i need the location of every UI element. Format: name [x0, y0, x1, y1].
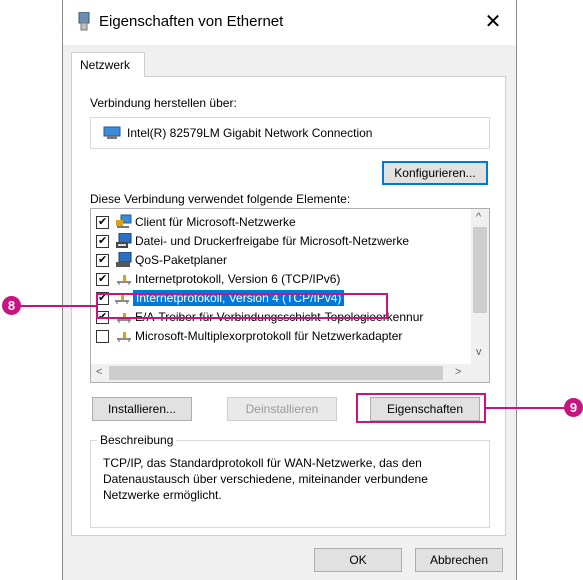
network-adapter-icon: [78, 12, 90, 31]
list-item[interactable]: ✔ Datei- und Druckerfreigabe für Microso…: [91, 232, 467, 251]
tab-label: Netzwerk: [80, 58, 131, 72]
protocol-icon: [117, 275, 131, 285]
protocol-icon: [117, 332, 131, 342]
computer-icon: [116, 252, 132, 267]
tab-netzwerk[interactable]: Netzwerk: [71, 52, 145, 77]
close-button[interactable]: ✕: [470, 0, 516, 45]
callout-badge-8: 8: [2, 296, 21, 315]
install-button[interactable]: Installieren...: [92, 397, 192, 421]
list-item[interactable]: ✔ Internetprotokoll, Version 6 (TCP/IPv6…: [91, 270, 467, 289]
item-label: Internetprotokoll, Version 6 (TCP/IPv6): [135, 272, 341, 286]
item-label: Client für Microsoft-Netzwerke: [135, 215, 296, 229]
item-checkbox[interactable]: ✔: [96, 254, 109, 267]
list-item[interactable]: ✔ QoS-Paketplaner: [91, 251, 467, 270]
vertical-scrollbar[interactable]: ^ v: [471, 209, 489, 364]
horizontal-scrollbar[interactable]: < >: [91, 364, 489, 382]
callout-badge-9: 9: [564, 398, 583, 417]
list-item[interactable]: Microsoft-Multiplexorprotokoll für Netzw…: [91, 327, 467, 346]
item-checkbox[interactable]: [96, 330, 109, 343]
highlight-ipv4-row: [96, 293, 388, 319]
network-client-icon: [116, 214, 132, 228]
check-mark-icon: ✔: [98, 273, 108, 285]
title-bar: Eigenschaften von Ethernet ✕: [63, 0, 516, 45]
item-checkbox[interactable]: ✔: [96, 235, 109, 248]
cancel-button[interactable]: Abbrechen: [415, 548, 503, 572]
item-checkbox[interactable]: ✔: [96, 216, 109, 229]
adapter-box: Intel(R) 82579LM Gigabit Network Connect…: [90, 117, 490, 149]
list-item[interactable]: ✔ Client für Microsoft-Netzwerke: [91, 213, 467, 232]
description-legend: Beschreibung: [97, 433, 177, 447]
configure-button[interactable]: Konfigurieren...: [382, 161, 488, 185]
description-group: Beschreibung TCP/IP, das Standardprotoko…: [90, 433, 490, 528]
printer-computer-icon: [116, 233, 132, 248]
check-mark-icon: ✔: [98, 216, 108, 228]
scroll-down-icon[interactable]: v: [476, 346, 482, 358]
horizontal-scroll-thumb[interactable]: [109, 366, 443, 380]
check-mark-icon: ✔: [98, 254, 108, 266]
item-label: Datei- und Druckerfreigabe für Microsoft…: [135, 234, 410, 248]
properties-dialog: Eigenschaften von Ethernet ✕ Netzwerk Ve…: [62, 0, 517, 580]
description-text: TCP/IP, das Standardprotokoll für WAN-Ne…: [103, 456, 428, 502]
adapter-name: Intel(R) 82579LM Gigabit Network Connect…: [127, 126, 373, 140]
item-label: Microsoft-Multiplexorprotokoll für Netzw…: [135, 329, 403, 343]
highlight-properties-button: [356, 393, 486, 423]
item-checkbox[interactable]: ✔: [96, 273, 109, 286]
window-title: Eigenschaften von Ethernet: [99, 13, 284, 30]
uninstall-button[interactable]: Deinstallieren: [227, 397, 337, 421]
check-mark-icon: ✔: [98, 235, 108, 247]
ok-button[interactable]: OK: [314, 548, 402, 572]
scroll-right-icon[interactable]: >: [455, 366, 461, 378]
callout-line-9: [486, 407, 565, 409]
item-label: QoS-Paketplaner: [135, 253, 228, 267]
callout-line-8: [19, 305, 96, 307]
connect-via-label: Verbindung herstellen über:: [90, 96, 237, 110]
network-card-icon: [103, 126, 121, 139]
vertical-scroll-thumb[interactable]: [473, 227, 487, 313]
elements-label: Diese Verbindung verwendet folgende Elem…: [90, 192, 351, 206]
scroll-up-icon[interactable]: ^: [476, 211, 481, 223]
scroll-left-icon[interactable]: <: [96, 366, 102, 378]
